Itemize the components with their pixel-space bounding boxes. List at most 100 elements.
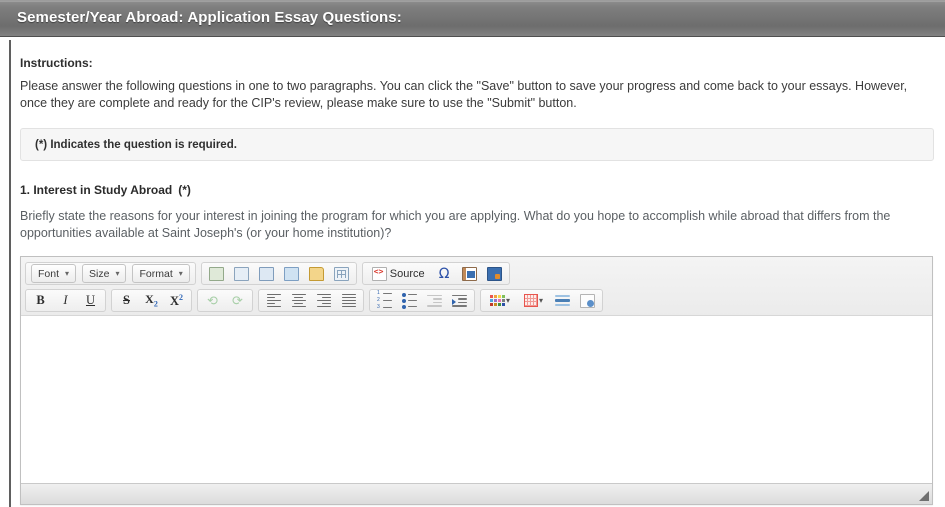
page-header-bar: Semester/Year Abroad: Application Essay … <box>0 0 945 37</box>
numbered-list-button[interactable]: 1 2 3 <box>373 290 396 311</box>
indent-icon <box>452 294 467 307</box>
toolbar-group-alignment <box>258 289 364 312</box>
page-break-button[interactable] <box>576 290 599 311</box>
horizontal-rule-icon <box>555 294 571 308</box>
paragraph-format-combo-label: Format <box>139 267 173 280</box>
indent-button[interactable] <box>448 290 471 311</box>
editor-toolbar-row-2: B I U S X2 X2 ⟲ ⟳ 1 2 3 ▾ ▾ <box>25 288 928 313</box>
italic-icon: I <box>63 293 68 308</box>
font-size-combo-label: Size <box>89 267 110 280</box>
text-color-icon <box>490 295 505 306</box>
templates-icon <box>486 266 502 281</box>
outdent-button[interactable] <box>423 290 446 311</box>
templates-button[interactable] <box>483 263 506 284</box>
page-break-icon <box>580 293 596 308</box>
file-browser-icon <box>308 266 324 281</box>
toolbar-group-lists: 1 2 3 <box>369 289 475 312</box>
source-button[interactable]: Source <box>366 263 431 284</box>
page-content: Instructions: Please answer the followin… <box>11 37 945 505</box>
bold-icon: B <box>36 293 45 308</box>
toolbar-group-combos: Font ▾ Size ▾ Format ▾ <box>25 262 196 285</box>
required-marker: (*) <box>178 183 191 197</box>
superscript-icon: X2 <box>169 292 184 308</box>
required-notice: (*) Indicates the question is required. <box>20 128 934 161</box>
underline-icon: U <box>85 293 96 308</box>
subscript-button[interactable]: X2 <box>140 290 163 311</box>
link-icon <box>208 266 224 281</box>
align-justify-icon <box>341 293 356 308</box>
editor-status-bar <box>21 483 932 504</box>
bold-button[interactable]: B <box>29 290 52 311</box>
question-prompt: Briefly state the reasons for your inter… <box>20 209 891 240</box>
special-character-icon: Ω <box>438 265 450 282</box>
toolbar-group-colors: ▾ ▾ <box>480 289 604 312</box>
chevron-down-icon: ▾ <box>178 268 183 278</box>
bulleted-list-icon <box>402 292 417 309</box>
instructions-heading: Instructions: <box>20 56 93 70</box>
background-color-icon <box>524 294 539 307</box>
chevron-down-icon: ▾ <box>65 268 70 278</box>
toolbar-group-source: Source Ω <box>361 262 510 285</box>
font-family-combo[interactable]: Font ▾ <box>31 264 77 283</box>
toolbar-group-basic-styles: B I U <box>25 289 106 312</box>
outdent-icon <box>427 294 442 307</box>
rich-text-editor[interactable]: Font ▾ Size ▾ Format ▾ <> Source Ω B I U… <box>20 256 933 505</box>
align-left-button[interactable] <box>262 290 285 311</box>
source-icon <box>371 266 387 281</box>
align-center-icon <box>291 293 306 308</box>
special-character-button[interactable]: Ω <box>433 263 456 284</box>
toolbar-group-history: ⟲ ⟳ <box>197 289 253 312</box>
align-left-icon <box>266 293 281 308</box>
subscript-icon: X2 <box>145 291 158 309</box>
font-size-combo[interactable]: Size ▾ <box>82 264 127 283</box>
file-browser-button[interactable] <box>305 263 328 284</box>
redo-button[interactable]: ⟳ <box>226 290 249 311</box>
link-button[interactable] <box>205 263 228 284</box>
chevron-down-icon: ▾ <box>539 296 544 305</box>
editor-toolbar-row-1: Font ▾ Size ▾ Format ▾ <> Source Ω <box>25 261 928 286</box>
italic-button[interactable]: I <box>54 290 77 311</box>
undo-icon: ⟲ <box>207 293 218 308</box>
document-image-button[interactable] <box>458 263 481 284</box>
page-title: Semester/Year Abroad: Application Essay … <box>17 9 402 26</box>
image-icon <box>283 266 299 281</box>
editor-toolbar: Font ▾ Size ▾ Format ▾ <> Source Ω B I U… <box>21 257 932 317</box>
toolbar-group-insert <box>200 262 357 285</box>
strikethrough-icon: S <box>123 293 130 308</box>
underline-button[interactable]: U <box>79 290 102 311</box>
required-notice-text: (*) Indicates the question is required. <box>35 138 237 151</box>
unlink-icon <box>233 266 249 281</box>
anchor-icon <box>258 266 274 281</box>
resize-grip-icon[interactable] <box>918 490 929 501</box>
strikethrough-button[interactable]: S <box>115 290 138 311</box>
superscript-button[interactable]: X2 <box>165 290 188 311</box>
editor-content-area[interactable] <box>21 315 932 483</box>
anchor-button[interactable] <box>255 263 278 284</box>
unlink-button[interactable] <box>230 263 253 284</box>
instructions-body: Please answer the following questions in… <box>20 79 908 110</box>
bulleted-list-button[interactable] <box>398 290 421 311</box>
align-right-icon <box>316 293 331 308</box>
chevron-down-icon: ▾ <box>506 296 511 305</box>
text-color-button[interactable]: ▾ <box>484 290 516 311</box>
align-justify-button[interactable] <box>337 290 360 311</box>
paragraph-format-combo[interactable]: Format ▾ <box>132 264 190 283</box>
horizontal-rule-button[interactable] <box>551 290 574 311</box>
align-right-button[interactable] <box>312 290 335 311</box>
redo-icon: ⟳ <box>232 293 243 308</box>
page-root: Semester/Year Abroad: Application Essay … <box>0 0 945 507</box>
numbered-list-icon: 1 2 3 <box>377 291 392 310</box>
source-button-label: Source <box>389 267 425 280</box>
undo-button[interactable]: ⟲ <box>201 290 224 311</box>
table-icon <box>333 266 349 281</box>
background-color-button[interactable]: ▾ <box>518 290 549 311</box>
font-family-combo-label: Font <box>38 267 60 280</box>
insert-image-button[interactable] <box>280 263 303 284</box>
align-center-button[interactable] <box>287 290 310 311</box>
document-image-icon <box>461 266 477 281</box>
question-heading-text: 1. Interest in Study Abroad <box>20 183 173 197</box>
question-heading: 1. Interest in Study Abroad (*) <box>20 183 945 197</box>
chevron-down-icon: ▾ <box>115 268 120 278</box>
insert-table-button[interactable] <box>330 263 353 284</box>
toolbar-group-extra-styles: S X2 X2 <box>111 289 192 312</box>
